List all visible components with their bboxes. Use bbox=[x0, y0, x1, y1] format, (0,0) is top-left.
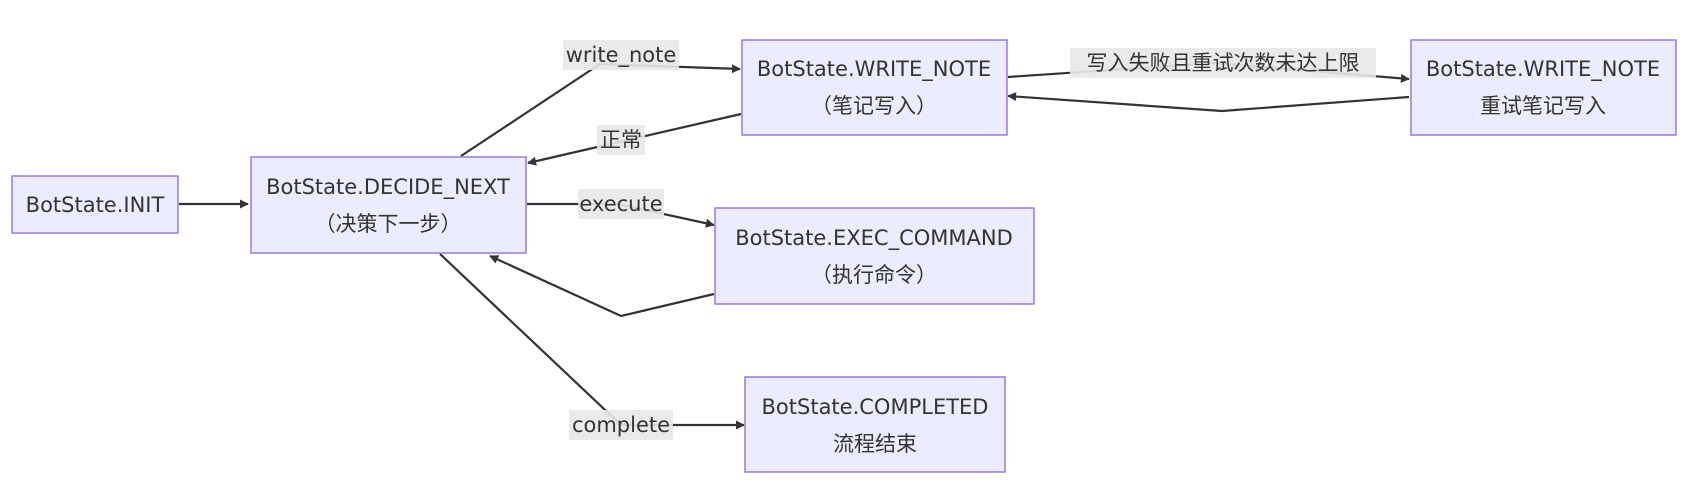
node-decide-next-title: BotState.DECIDE_NEXT bbox=[266, 175, 510, 200]
edge-label-write-note-text: write_note bbox=[566, 43, 677, 68]
node-decide-next: BotState.DECIDE_NEXT （决策下一步） bbox=[250, 156, 527, 254]
state-diagram: write_note 正常 写入失败且重试次数未达上限 execute comp… bbox=[11, 39, 1677, 473]
node-completed: BotState.COMPLETED 流程结束 bbox=[744, 376, 1006, 473]
node-write-note-subtitle: （笔记写入） bbox=[811, 94, 937, 118]
node-write-note: BotState.WRITE_NOTE （笔记写入） bbox=[741, 39, 1008, 136]
edge-decide-to-completed bbox=[439, 253, 745, 430]
node-decide-next-subtitle: （决策下一步） bbox=[315, 212, 462, 236]
edge-label-normal-text: 正常 bbox=[600, 128, 642, 152]
edge-label-complete: complete bbox=[569, 410, 673, 440]
node-write-note-retry-title: BotState.WRITE_NOTE bbox=[1426, 57, 1660, 82]
node-init-label: BotState.INIT bbox=[26, 193, 165, 217]
node-write-note-retry-subtitle: 重试笔记写入 bbox=[1480, 94, 1606, 118]
node-exec-command: BotState.EXEC_COMMAND （执行命令） bbox=[714, 207, 1035, 305]
edge-retry-to-write-note bbox=[1007, 92, 1410, 113]
edge-label-normal: 正常 bbox=[597, 125, 645, 155]
node-completed-subtitle: 流程结束 bbox=[833, 432, 917, 456]
edge-label-retry: 写入失败且重试次数未达上限 bbox=[1070, 48, 1376, 78]
node-exec-command-subtitle: （执行命令） bbox=[811, 263, 937, 287]
edge-exec-to-decide bbox=[489, 254, 715, 318]
node-write-note-title: BotState.WRITE_NOTE bbox=[757, 57, 991, 82]
edge-label-complete-text: complete bbox=[572, 413, 670, 437]
edge-label-execute-text: execute bbox=[579, 192, 662, 216]
node-write-note-retry: BotState.WRITE_NOTE 重试笔记写入 bbox=[1410, 39, 1677, 136]
node-init: BotState.INIT bbox=[11, 175, 179, 234]
edge-label-write-note: write_note bbox=[563, 40, 679, 70]
edge-label-execute: execute bbox=[578, 189, 664, 219]
node-completed-title: BotState.COMPLETED bbox=[762, 395, 989, 419]
node-exec-command-title: BotState.EXEC_COMMAND bbox=[735, 226, 1013, 251]
edge-label-retry-text: 写入失败且重试次数未达上限 bbox=[1087, 51, 1360, 75]
